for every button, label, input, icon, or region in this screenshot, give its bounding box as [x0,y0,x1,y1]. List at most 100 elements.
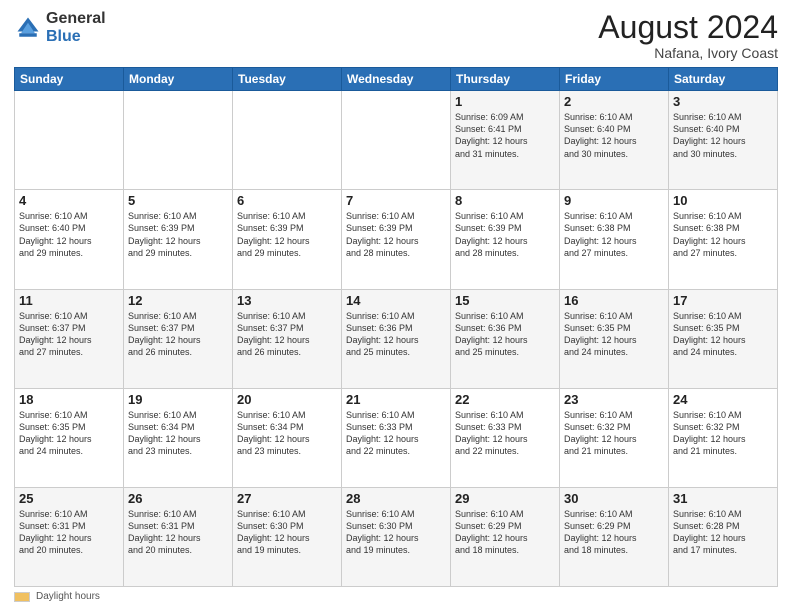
day-info: Sunrise: 6:10 AM Sunset: 6:29 PM Dayligh… [455,508,555,557]
day-info: Sunrise: 6:10 AM Sunset: 6:38 PM Dayligh… [673,210,773,259]
calendar-cell [124,91,233,190]
calendar-cell: 1 Sunrise: 6:09 AM Sunset: 6:41 PM Daylig… [451,91,560,190]
calendar-cell: 26 Sunrise: 6:10 AM Sunset: 6:31 PM Dayli… [124,487,233,586]
day-number: 20 [237,392,337,407]
day-info: Sunrise: 6:10 AM Sunset: 6:40 PM Dayligh… [673,111,773,160]
day-info: Sunrise: 6:10 AM Sunset: 6:32 PM Dayligh… [564,409,664,458]
day-info: Sunrise: 6:10 AM Sunset: 6:35 PM Dayligh… [564,310,664,359]
calendar-cell: 3 Sunrise: 6:10 AM Sunset: 6:40 PM Daylig… [669,91,778,190]
calendar-cell: 31 Sunrise: 6:10 AM Sunset: 6:28 PM Dayli… [669,487,778,586]
legend-color-box [14,592,30,602]
day-number: 5 [128,193,228,208]
calendar-cell: 12 Sunrise: 6:10 AM Sunset: 6:37 PM Dayli… [124,289,233,388]
day-number: 14 [346,293,446,308]
calendar-cell: 19Sunrise: 6:10 AM Sunset: 6:34 PM Dayli… [124,388,233,487]
day-info: Sunrise: 6:10 AM Sunset: 6:33 PM Dayligh… [346,409,446,458]
day-number: 1 [455,94,555,109]
calendar-cell: 15 Sunrise: 6:10 AM Sunset: 6:36 PM Dayli… [451,289,560,388]
day-info: Sunrise: 6:10 AM Sunset: 6:30 PM Dayligh… [346,508,446,557]
calendar-day-header: Saturday [669,68,778,91]
calendar-cell: 18 Sunrise: 6:10 AM Sunset: 6:35 PM Dayli… [15,388,124,487]
day-number: 23 [564,392,664,407]
day-info: Sunrise: 6:10 AM Sunset: 6:37 PM Dayligh… [128,310,228,359]
legend: Daylight hours [14,591,778,602]
day-info: Sunrise: 6:10 AM Sunset: 6:30 PM Dayligh… [237,508,337,557]
day-info: Sunrise: 6:10 AM Sunset: 6:36 PM Dayligh… [455,310,555,359]
day-number: 9 [564,193,664,208]
day-info: Sunrise: 6:09 AM Sunset: 6:41 PM Dayligh… [455,111,555,160]
day-info: Sunrise: 6:10 AM Sunset: 6:33 PM Dayligh… [455,409,555,458]
day-number: 13 [237,293,337,308]
day-info: Sunrise: 6:10 AM Sunset: 6:37 PM Dayligh… [237,310,337,359]
day-number: 12 [128,293,228,308]
calendar-cell: 20Sunrise: 6:10 AM Sunset: 6:34 PM Dayli… [233,388,342,487]
calendar-day-header: Wednesday [342,68,451,91]
calendar-day-header: Friday [560,68,669,91]
calendar-cell: 17Sunrise: 6:10 AM Sunset: 6:35 PM Dayli… [669,289,778,388]
calendar-cell: 4 Sunrise: 6:10 AM Sunset: 6:40 PM Daylig… [15,190,124,289]
day-number: 15 [455,293,555,308]
calendar-day-header: Tuesday [233,68,342,91]
day-number: 27 [237,491,337,506]
calendar-cell: 6 Sunrise: 6:10 AM Sunset: 6:39 PM Daylig… [233,190,342,289]
day-number: 21 [346,392,446,407]
calendar-cell: 30Sunrise: 6:10 AM Sunset: 6:29 PM Dayli… [560,487,669,586]
day-info: Sunrise: 6:10 AM Sunset: 6:39 PM Dayligh… [128,210,228,259]
day-info: Sunrise: 6:10 AM Sunset: 6:39 PM Dayligh… [455,210,555,259]
legend-label: Daylight hours [36,591,100,602]
calendar-day-header: Monday [124,68,233,91]
day-number: 2 [564,94,664,109]
day-number: 4 [19,193,119,208]
calendar-week-row: 18 Sunrise: 6:10 AM Sunset: 6:35 PM Dayli… [15,388,778,487]
calendar-week-row: 4 Sunrise: 6:10 AM Sunset: 6:40 PM Daylig… [15,190,778,289]
subtitle: Nafana, Ivory Coast [598,45,778,61]
day-info: Sunrise: 6:10 AM Sunset: 6:31 PM Dayligh… [128,508,228,557]
logo-text: General Blue [46,10,106,45]
logo-general-text: General [46,10,106,28]
logo-icon [14,14,42,42]
calendar-day-header: Sunday [15,68,124,91]
calendar-cell: 5 Sunrise: 6:10 AM Sunset: 6:39 PM Daylig… [124,190,233,289]
calendar-cell: 8 Sunrise: 6:10 AM Sunset: 6:39 PM Daylig… [451,190,560,289]
calendar-cell: 11Sunrise: 6:10 AM Sunset: 6:37 PM Dayli… [15,289,124,388]
calendar-cell: 23 Sunrise: 6:10 AM Sunset: 6:32 PM Dayli… [560,388,669,487]
day-info: Sunrise: 6:10 AM Sunset: 6:39 PM Dayligh… [346,210,446,259]
calendar-cell: 29 Sunrise: 6:10 AM Sunset: 6:29 PM Dayli… [451,487,560,586]
day-info: Sunrise: 6:10 AM Sunset: 6:29 PM Dayligh… [564,508,664,557]
day-number: 3 [673,94,773,109]
day-info: Sunrise: 6:10 AM Sunset: 6:32 PM Dayligh… [673,409,773,458]
day-info: Sunrise: 6:10 AM Sunset: 6:37 PM Dayligh… [19,310,119,359]
logo: General Blue [14,10,106,45]
day-info: Sunrise: 6:10 AM Sunset: 6:40 PM Dayligh… [19,210,119,259]
day-info: Sunrise: 6:10 AM Sunset: 6:38 PM Dayligh… [564,210,664,259]
calendar-cell [15,91,124,190]
day-info: Sunrise: 6:10 AM Sunset: 6:36 PM Dayligh… [346,310,446,359]
day-number: 29 [455,491,555,506]
day-number: 18 [19,392,119,407]
calendar-cell: 22Sunrise: 6:10 AM Sunset: 6:33 PM Dayli… [451,388,560,487]
day-number: 16 [564,293,664,308]
day-info: Sunrise: 6:10 AM Sunset: 6:34 PM Dayligh… [128,409,228,458]
day-number: 8 [455,193,555,208]
calendar-cell: 25Sunrise: 6:10 AM Sunset: 6:31 PM Dayli… [15,487,124,586]
calendar-week-row: 11Sunrise: 6:10 AM Sunset: 6:37 PM Dayli… [15,289,778,388]
day-info: Sunrise: 6:10 AM Sunset: 6:40 PM Dayligh… [564,111,664,160]
calendar-cell [342,91,451,190]
day-number: 31 [673,491,773,506]
day-info: Sunrise: 6:10 AM Sunset: 6:35 PM Dayligh… [19,409,119,458]
calendar: SundayMondayTuesdayWednesdayThursdayFrid… [14,67,778,587]
calendar-week-row: 1 Sunrise: 6:09 AM Sunset: 6:41 PM Daylig… [15,91,778,190]
day-number: 6 [237,193,337,208]
header: General Blue August 2024 Nafana, Ivory C… [14,10,778,61]
calendar-cell: 2 Sunrise: 6:10 AM Sunset: 6:40 PM Daylig… [560,91,669,190]
calendar-day-header: Thursday [451,68,560,91]
day-number: 24 [673,392,773,407]
day-info: Sunrise: 6:10 AM Sunset: 6:28 PM Dayligh… [673,508,773,557]
main-title: August 2024 [598,10,778,45]
calendar-cell: 9 Sunrise: 6:10 AM Sunset: 6:38 PM Daylig… [560,190,669,289]
calendar-cell: 21 Sunrise: 6:10 AM Sunset: 6:33 PM Dayli… [342,388,451,487]
day-number: 25 [19,491,119,506]
day-info: Sunrise: 6:10 AM Sunset: 6:39 PM Dayligh… [237,210,337,259]
calendar-cell [233,91,342,190]
day-number: 26 [128,491,228,506]
